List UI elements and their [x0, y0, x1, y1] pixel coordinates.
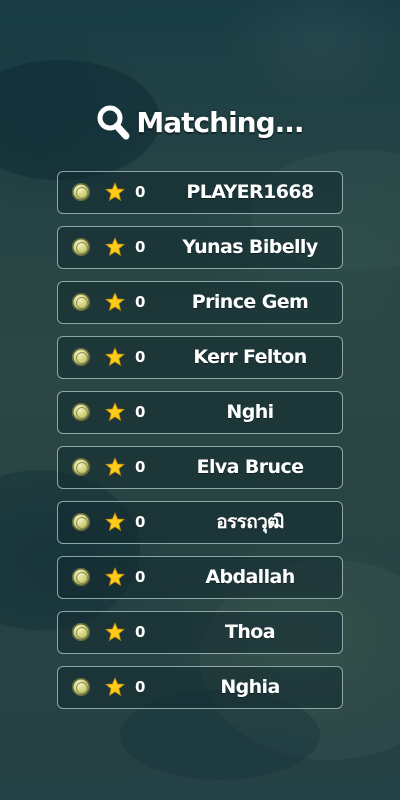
- player-row: 0 Abdallah: [57, 556, 343, 599]
- player-score: 0: [135, 678, 146, 696]
- medal-icon: [72, 403, 90, 421]
- player-name: PLAYER1668: [186, 181, 314, 203]
- player-name: Yunas Bibelly: [182, 236, 318, 258]
- star-icon: [105, 292, 125, 312]
- player-row: 0 Elva Bruce: [57, 446, 343, 489]
- medal-icon: [72, 348, 90, 366]
- player-row: 0 Nghia: [57, 666, 343, 709]
- star-icon: [105, 237, 125, 257]
- medal-icon: [72, 458, 90, 476]
- player-score: 0: [135, 293, 146, 311]
- player-score: 0: [135, 403, 146, 421]
- medal-icon: [72, 293, 90, 311]
- player-name: Elva Bruce: [196, 456, 304, 478]
- star-icon: [105, 677, 125, 697]
- player-list: 0 PLAYER1668 0 Yunas Bibelly 0 Prince Gem 0 Ker…: [57, 171, 343, 721]
- player-score: 0: [135, 513, 146, 531]
- star-icon: [105, 347, 125, 367]
- star-icon: [105, 512, 125, 532]
- player-name: Thoa: [225, 621, 276, 643]
- star-icon: [105, 457, 125, 477]
- star-icon: [105, 622, 125, 642]
- player-name: อรรถวุฒิ: [216, 511, 284, 533]
- player-name: Nghi: [226, 401, 274, 423]
- star-icon: [105, 182, 125, 202]
- player-row: 0 อรรถวุฒิ: [57, 501, 343, 544]
- player-row: 0 PLAYER1668: [57, 171, 343, 214]
- medal-icon: [72, 238, 90, 256]
- player-score: 0: [135, 348, 146, 366]
- player-score: 0: [135, 238, 146, 256]
- player-row: 0 Kerr Felton: [57, 336, 343, 379]
- medal-icon: [72, 183, 90, 201]
- player-name: Nghia: [220, 676, 280, 698]
- player-score: 0: [135, 623, 146, 641]
- matching-header: Matching...: [0, 100, 400, 144]
- player-score: 0: [135, 183, 146, 201]
- search-icon: [97, 105, 130, 140]
- page-title: Matching...: [136, 105, 304, 139]
- medal-icon: [72, 623, 90, 641]
- player-name: Abdallah: [205, 566, 295, 588]
- medal-icon: [72, 568, 90, 586]
- star-icon: [105, 402, 125, 422]
- player-row: 0 Nghi: [57, 391, 343, 434]
- player-row: 0 Yunas Bibelly: [57, 226, 343, 269]
- star-icon: [105, 567, 125, 587]
- player-row: 0 Thoa: [57, 611, 343, 654]
- player-score: 0: [135, 568, 146, 586]
- player-name: Kerr Felton: [193, 346, 307, 368]
- medal-icon: [72, 513, 90, 531]
- player-row: 0 Prince Gem: [57, 281, 343, 324]
- medal-icon: [72, 678, 90, 696]
- player-name: Prince Gem: [191, 291, 309, 313]
- player-score: 0: [135, 458, 146, 476]
